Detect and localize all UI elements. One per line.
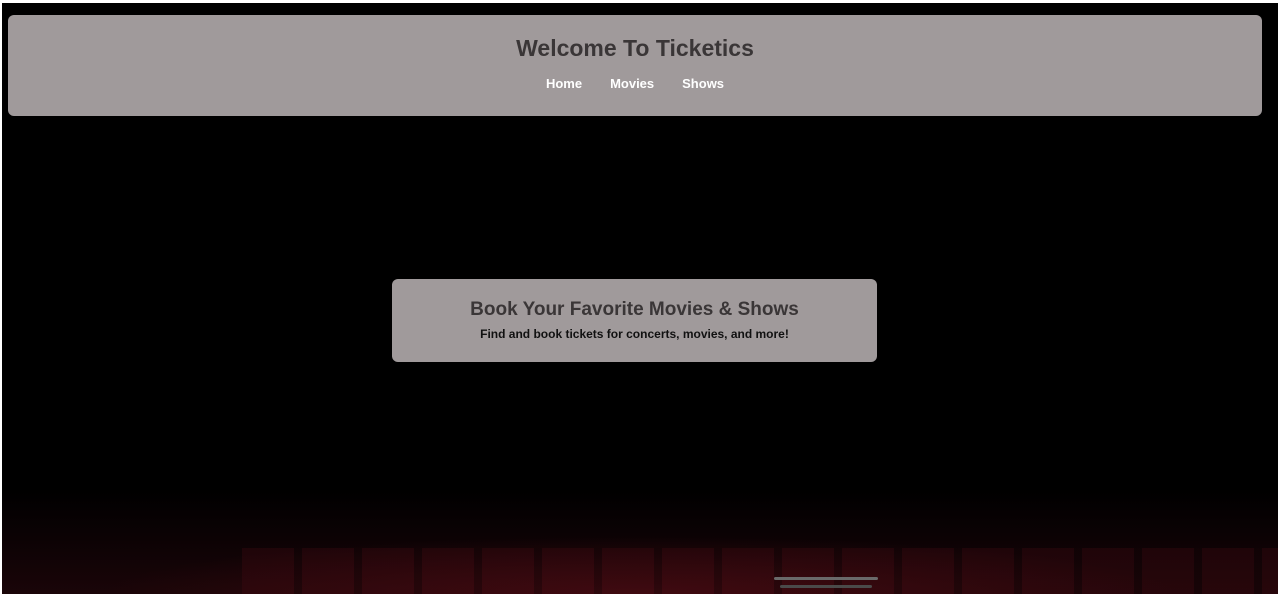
hero-panel: Book Your Favorite Movies & Shows Find a… <box>392 279 877 362</box>
hero-subtitle: Find and book tickets for concerts, movi… <box>480 327 789 341</box>
nav-link-movies[interactable]: Movies <box>610 76 654 92</box>
stage-light-lower <box>780 585 872 588</box>
hero-title: Book Your Favorite Movies & Shows <box>470 299 799 320</box>
main-nav: Home Movies Shows <box>8 76 1262 92</box>
stage-light <box>774 577 878 580</box>
site-header: Welcome To Ticketics Home Movies Shows <box>8 15 1262 116</box>
nav-link-shows[interactable]: Shows <box>682 76 724 92</box>
site-title: Welcome To Ticketics <box>516 35 754 61</box>
theater-seats-background <box>242 548 1278 594</box>
page-background: Welcome To Ticketics Home Movies Shows B… <box>2 3 1278 594</box>
nav-link-home[interactable]: Home <box>546 76 582 92</box>
